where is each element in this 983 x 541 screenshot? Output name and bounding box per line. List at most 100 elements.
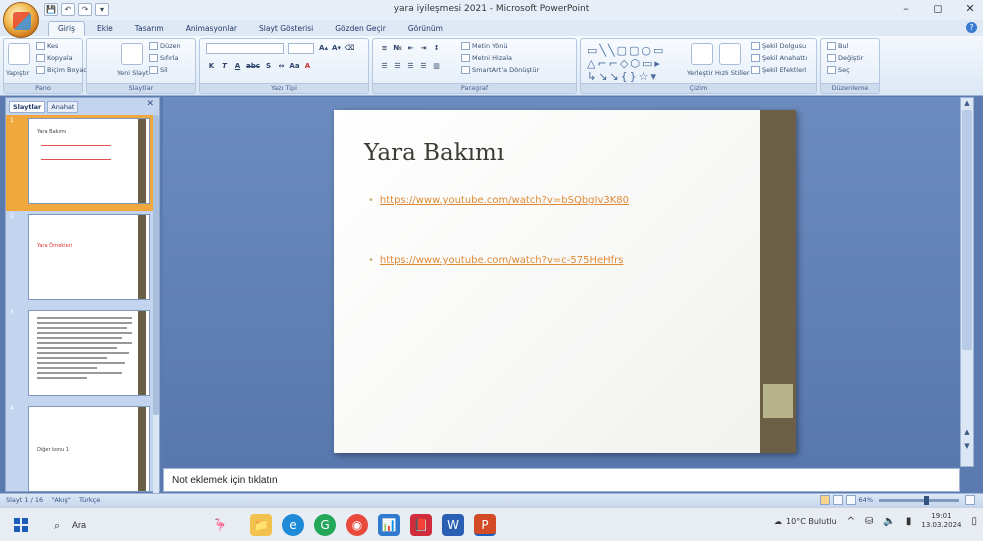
scroll-thumb[interactable] (962, 110, 972, 350)
align-center-icon[interactable]: ☰ (392, 61, 403, 71)
numbering-icon[interactable]: № (392, 43, 403, 53)
font-color-icon[interactable]: A (302, 61, 313, 71)
normal-view-icon[interactable] (819, 495, 830, 505)
edge-icon[interactable]: e (282, 514, 304, 536)
app-icon[interactable]: ◉ (346, 514, 368, 536)
change-case-icon[interactable]: Aa (289, 61, 300, 71)
justify-icon[interactable]: ☰ (418, 61, 429, 71)
tab-slides[interactable]: Slaytlar (9, 101, 46, 113)
new-slide-icon[interactable] (121, 43, 143, 65)
shadow-button[interactable]: S (263, 61, 274, 71)
prev-slide-icon[interactable]: ▲ (961, 428, 973, 438)
align-left-icon[interactable]: ☰ (379, 61, 390, 71)
clear-format-icon[interactable]: ⌫ (344, 43, 355, 53)
word-icon[interactable]: W (442, 514, 464, 536)
tab-review[interactable]: Gözden Geçir (325, 21, 396, 36)
chevron-up-icon[interactable]: ^ (847, 516, 855, 527)
scroll-up-icon[interactable]: ▲ (961, 99, 973, 109)
slide-sorter-icon[interactable] (832, 495, 843, 505)
fit-to-window-icon[interactable] (965, 495, 975, 505)
replace-button[interactable]: Değiştir (827, 54, 863, 62)
shrink-font-icon[interactable]: A▾ (331, 43, 342, 53)
maximize-button[interactable]: ◻ (931, 2, 945, 16)
pane-scroll-thumb[interactable] (153, 115, 159, 415)
align-text-button[interactable]: Metni Hizala (461, 54, 512, 62)
close-button[interactable]: ✕ (963, 2, 977, 16)
font-size-combo[interactable] (288, 43, 314, 54)
zoom-slider[interactable] (879, 495, 959, 505)
show-desktop-icon[interactable]: ▯ (971, 516, 977, 527)
arrange-button[interactable]: Yerleştir (687, 69, 713, 77)
current-slide[interactable]: Yara Bakımı • https://www.youtube.com/wat… (334, 110, 796, 453)
notification-icon[interactable]: ▮ (906, 516, 912, 527)
bullets-icon[interactable]: ≡ (379, 43, 390, 53)
volume-icon[interactable]: 🔈 (883, 516, 895, 527)
arrange-icon[interactable] (691, 43, 713, 65)
youtube-link[interactable]: https://www.youtube.com/watch?v=bSQbgIv3… (380, 195, 629, 206)
slideshow-icon[interactable] (845, 495, 856, 505)
select-button[interactable]: Seç (827, 66, 850, 74)
tab-outline[interactable]: Anahat (47, 101, 79, 113)
vertical-scrollbar[interactable]: ▲ ▲ ▼ (960, 97, 974, 467)
decrease-indent-icon[interactable]: ⇤ (405, 43, 416, 53)
next-slide-icon[interactable]: ▼ (961, 442, 973, 452)
underline-button[interactable]: A (232, 61, 243, 71)
weather-widget[interactable]: ☁ 10°C Bulutlu (774, 517, 837, 526)
reset-button[interactable]: Sıfırla (149, 54, 179, 62)
pane-scrollbar[interactable] (153, 115, 159, 493)
text-direction-button[interactable]: Metin Yönü (461, 42, 507, 50)
office-app-icon[interactable]: 📊 (378, 514, 400, 536)
char-spacing-icon[interactable]: ↔ (276, 61, 287, 71)
new-slide-button[interactable]: Yeni Slayt (117, 69, 148, 77)
grow-font-icon[interactable]: A▴ (318, 43, 329, 53)
widgets-icon[interactable]: 🦩 (200, 514, 240, 536)
slide-thumbnail-3[interactable]: 3 (6, 307, 155, 403)
slide-thumbnail-1[interactable]: 1 Yara Bakımı (6, 115, 155, 211)
columns-icon[interactable]: ▥ (431, 61, 442, 71)
smartart-button[interactable]: SmartArt'a Dönüştür (461, 66, 539, 74)
tab-view[interactable]: Görünüm (398, 21, 453, 36)
file-explorer-icon[interactable]: 📁 (250, 514, 272, 536)
quick-styles-button[interactable]: Hızlı Stiller (715, 69, 750, 77)
tab-animations[interactable]: Animasyonlar (176, 21, 247, 36)
pdf-reader-icon[interactable]: 📕 (410, 514, 432, 536)
slide-thumbnail-2[interactable]: 2 Yara Örnekleri (6, 211, 155, 307)
increase-indent-icon[interactable]: ⇥ (418, 43, 429, 53)
layout-button[interactable]: Düzen (149, 42, 181, 50)
font-name-combo[interactable] (206, 43, 284, 54)
notes-pane[interactable]: Not eklemek için tıklatın (163, 468, 960, 492)
tab-design[interactable]: Tasarım (125, 21, 174, 36)
zoom-level[interactable]: 64% (859, 496, 873, 504)
quick-styles-icon[interactable] (719, 43, 741, 65)
minimize-button[interactable]: – (899, 2, 913, 16)
tab-insert[interactable]: Ekle (87, 21, 123, 36)
youtube-link[interactable]: https://www.youtube.com/watch?v=c-575HeH… (380, 255, 624, 266)
clock[interactable]: 19:01 13.03.2024 (921, 512, 961, 530)
shape-effects-button[interactable]: Şekil Efektleri (751, 66, 807, 74)
slide-title[interactable]: Yara Bakımı (364, 140, 504, 166)
chrome-icon[interactable]: G (314, 514, 336, 536)
delete-slide-button[interactable]: Sil (149, 66, 168, 74)
find-button[interactable]: Bul (827, 42, 848, 50)
paste-button[interactable]: Yapıştır (6, 69, 29, 77)
shapes-gallery[interactable]: ▭╲╲▢▢○▭ △⌐⌐◇⬡▭▸ ↳↘↘{}☆▾ (587, 44, 665, 83)
taskbar-search[interactable]: ⌕ Ara (40, 516, 190, 536)
office-button[interactable] (3, 2, 39, 38)
slide-thumbnail-4[interactable]: 4 Diğer konu 1 (6, 403, 155, 493)
help-icon[interactable]: ? (966, 22, 977, 33)
shape-fill-button[interactable]: Şekil Dolgusu (751, 42, 806, 50)
zoom-slider-knob[interactable] (924, 495, 929, 505)
powerpoint-icon[interactable]: P (474, 514, 496, 536)
cut-button[interactable]: Kes (36, 42, 58, 50)
shape-outline-button[interactable]: Şekil Anahattı (751, 54, 807, 62)
tab-home[interactable]: Giriş (48, 21, 85, 36)
paste-icon[interactable] (8, 43, 30, 65)
close-pane-icon[interactable]: ✕ (146, 99, 154, 109)
bold-button[interactable]: K (206, 61, 217, 71)
strikethrough-button[interactable]: abc (245, 61, 261, 71)
line-spacing-icon[interactable]: ↕ (431, 43, 442, 53)
copy-button[interactable]: Kopyala (36, 54, 73, 62)
italic-button[interactable]: T (219, 61, 230, 71)
windows-start-icon[interactable] (14, 518, 28, 532)
tab-slideshow[interactable]: Slayt Gösterisi (249, 21, 323, 36)
